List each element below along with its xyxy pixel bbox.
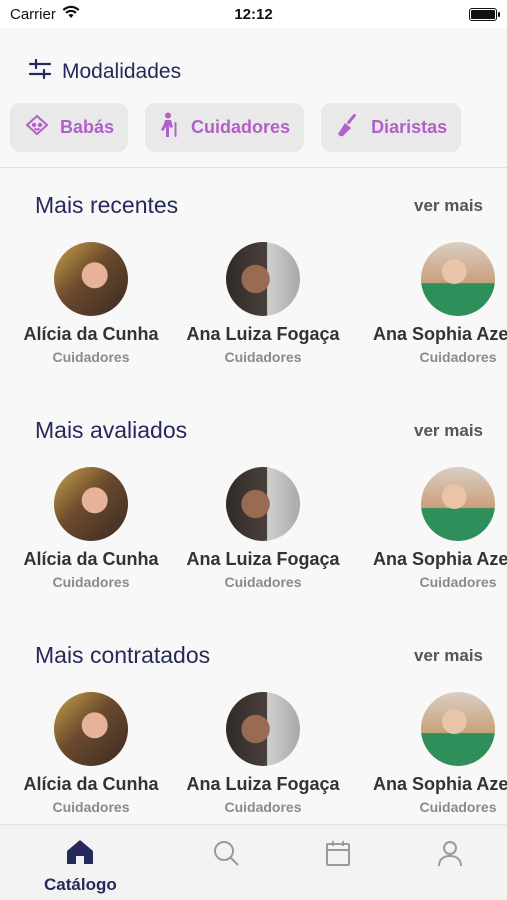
chip-cuidadores[interactable]: Cuidadores <box>145 103 305 152</box>
section-title: Mais recentes <box>35 192 179 218</box>
tab-bar: Catálogo <box>0 824 507 900</box>
home-icon <box>66 839 94 870</box>
tab-label: Catálogo <box>44 875 117 894</box>
profile-name: Ana Luiza Fogaça <box>186 774 340 794</box>
avatar <box>54 692 128 766</box>
profile-card[interactable]: Ana Sophia Azevedo Cuidadores <box>373 467 507 590</box>
profile-name: Ana Luiza Fogaça <box>186 549 340 569</box>
avatar <box>226 467 300 541</box>
avatar <box>421 467 495 541</box>
profile-category: Cuidadores <box>52 574 130 590</box>
chip-label: Babás <box>60 117 115 137</box>
section-title: Mais contratados <box>35 642 211 668</box>
modalidades-header: Modalidades <box>28 58 181 86</box>
avatar <box>54 467 128 541</box>
tab-calendar[interactable] <box>325 839 351 872</box>
chip-label: Cuidadores <box>191 117 291 137</box>
baby-icon <box>24 113 50 142</box>
profile-name: Ana Luiza Fogaça <box>186 324 340 344</box>
ver-mais-link[interactable]: ver mais <box>414 196 483 216</box>
profile-card[interactable]: Ana Luiza Fogaça Cuidadores <box>178 467 348 590</box>
broom-icon <box>335 112 361 143</box>
chip-babas[interactable]: Babás <box>10 103 129 152</box>
tab-catalogo[interactable]: Catálogo <box>44 839 117 895</box>
profile-card[interactable]: Ana Sophia Azevedo Cuidadores <box>373 242 507 365</box>
elderly-icon <box>159 112 181 143</box>
profile-category: Cuidadores <box>52 799 130 815</box>
modalidades-chips: Babás Cuidadores Diaristas <box>10 103 462 152</box>
filter-icon <box>28 58 52 86</box>
profile-card[interactable]: Alícia da Cunha Cuidadores <box>6 242 176 365</box>
battery-icon <box>469 7 500 21</box>
modalidades-title: Modalidades <box>62 60 182 83</box>
tab-search[interactable] <box>212 839 240 872</box>
chip-diaristas[interactable]: Diaristas <box>321 103 462 152</box>
tab-profile[interactable] <box>437 839 463 872</box>
profile-name: Ana Sophia Azevedo <box>373 774 507 794</box>
profile-card[interactable]: Ana Luiza Fogaça Cuidadores <box>178 242 348 365</box>
divider <box>0 167 507 168</box>
search-icon <box>212 839 240 872</box>
profile-card[interactable]: Alícia da Cunha Cuidadores <box>6 692 176 815</box>
avatar <box>226 242 300 316</box>
profile-name: Alícia da Cunha <box>23 774 159 794</box>
avatar <box>421 242 495 316</box>
avatar <box>54 242 128 316</box>
wifi-icon <box>62 5 80 23</box>
chip-label: Diaristas <box>371 117 448 137</box>
profile-category: Cuidadores <box>224 574 302 590</box>
user-icon <box>437 839 463 872</box>
ver-mais-link[interactable]: ver mais <box>414 646 483 666</box>
calendar-icon <box>325 839 351 872</box>
profile-category: Cuidadores <box>52 349 130 365</box>
profile-category: Cuidadores <box>224 349 302 365</box>
avatar <box>421 692 495 766</box>
profile-category: Cuidadores <box>419 799 497 815</box>
profile-category: Cuidadores <box>419 574 497 590</box>
section-title: Mais avaliados <box>35 417 188 443</box>
profile-name: Ana Sophia Azevedo <box>373 549 507 569</box>
avatar <box>226 692 300 766</box>
carrier-label: Carrier <box>10 5 56 23</box>
profile-name: Alícia da Cunha <box>23 549 159 569</box>
ver-mais-link[interactable]: ver mais <box>414 421 483 441</box>
profile-category: Cuidadores <box>419 349 497 365</box>
profile-category: Cuidadores <box>224 799 302 815</box>
status-bar: Carrier 12:12 <box>0 0 507 28</box>
profile-card[interactable]: Alícia da Cunha Cuidadores <box>6 467 176 590</box>
profile-name: Ana Sophia Azevedo <box>373 324 507 344</box>
profile-name: Alícia da Cunha <box>23 324 159 344</box>
profile-card[interactable]: Ana Sophia Azevedo Cuidadores <box>373 692 507 815</box>
profile-card[interactable]: Ana Luiza Fogaça Cuidadores <box>178 692 348 815</box>
